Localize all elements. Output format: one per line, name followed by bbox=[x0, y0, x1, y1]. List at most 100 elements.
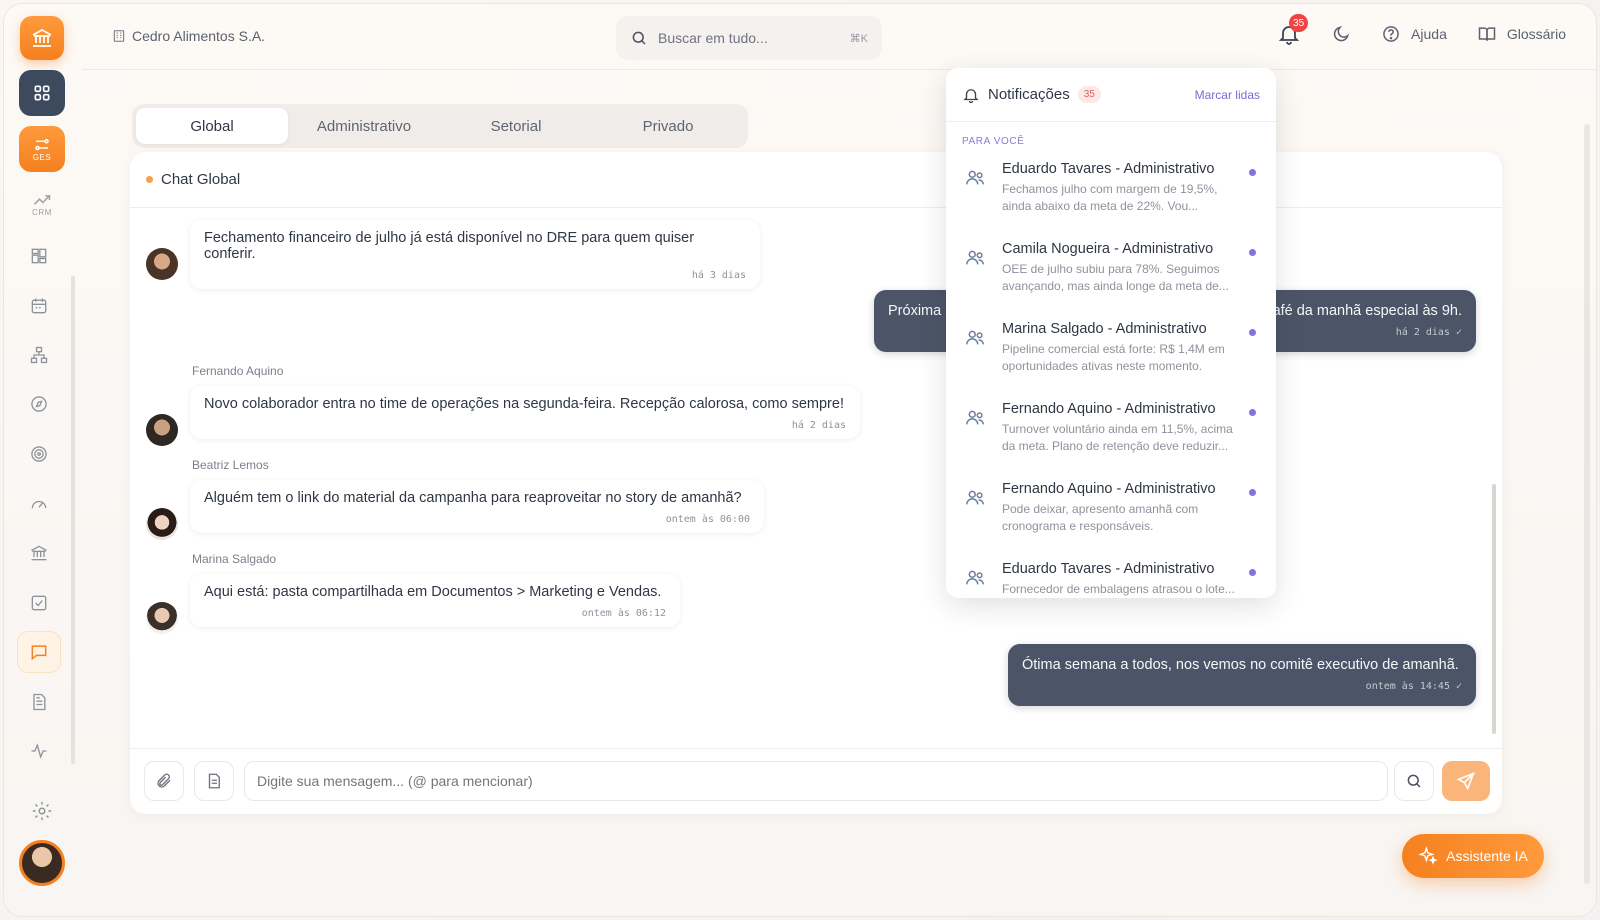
global-search[interactable]: Buscar em tudo... ⌘K bbox=[616, 16, 882, 60]
message-text: Ótima semana a todos, nos vemos no comit… bbox=[1022, 657, 1459, 673]
mark-read-button[interactable]: Marcar lidas bbox=[1195, 88, 1260, 102]
tab-privado[interactable]: Privado bbox=[592, 108, 744, 144]
document-icon bbox=[208, 773, 220, 789]
gear-icon[interactable] bbox=[31, 800, 53, 822]
gauge-icon bbox=[31, 500, 47, 509]
chat-header: Chat Global bbox=[130, 152, 1502, 208]
bank-icon bbox=[32, 28, 52, 47]
users-icon bbox=[966, 570, 984, 585]
page-scrollbar[interactable] bbox=[1584, 124, 1590, 884]
message-bubble: Fechamento financeiro de julho já está d… bbox=[190, 220, 760, 289]
user-avatar[interactable] bbox=[19, 840, 65, 886]
notification-body: Turnover voluntário ainda em 11,5%, acim… bbox=[1002, 422, 1233, 453]
notification-title: Marina Salgado - Administrativo bbox=[1002, 321, 1207, 337]
chat-icon bbox=[31, 645, 47, 661]
ai-assistant-button[interactable]: Assistente IA bbox=[1402, 834, 1544, 878]
nav-calendar[interactable] bbox=[18, 286, 60, 326]
message-text-end: afé da manhã especial às 9h. bbox=[1272, 303, 1462, 319]
send-button[interactable] bbox=[1442, 761, 1490, 801]
search-placeholder: Buscar em tudo... bbox=[658, 30, 768, 46]
users-icon bbox=[966, 250, 984, 265]
notifications-title: Notificações bbox=[988, 86, 1070, 103]
avatar[interactable] bbox=[146, 248, 178, 280]
company-name: Cedro Alimentos S.A. bbox=[132, 28, 266, 44]
notifications-button[interactable]: 35 bbox=[1277, 14, 1309, 46]
help-circle-icon bbox=[1383, 26, 1399, 42]
notification-title: Camila Nogueira - Administrativo bbox=[1002, 241, 1214, 257]
message-sender: Marina Salgado bbox=[192, 552, 277, 566]
message-search-button[interactable] bbox=[1394, 761, 1434, 801]
notification-item[interactable]: Camila Nogueira - Administrativo OEE de … bbox=[946, 231, 1276, 311]
glossary-button[interactable]: Glossário bbox=[1477, 24, 1566, 44]
trend-icon bbox=[33, 194, 51, 205]
notification-item[interactable]: Fernando Aquino - Administrativo Pode de… bbox=[946, 471, 1276, 551]
chat-scrollbar-thumb[interactable] bbox=[1492, 484, 1496, 734]
chat-title: Chat Global bbox=[161, 171, 241, 188]
nav-documents[interactable] bbox=[18, 682, 60, 722]
help-button[interactable]: Ajuda bbox=[1381, 24, 1447, 44]
notification-item[interactable]: Fernando Aquino - Administrativo Turnove… bbox=[946, 391, 1276, 471]
message-input[interactable] bbox=[244, 761, 1388, 801]
document-attach-button[interactable] bbox=[194, 761, 234, 801]
notification-body: Fechamos julho com margem de 19,5%, aind… bbox=[1002, 182, 1218, 213]
search-icon bbox=[632, 31, 646, 45]
unread-dot bbox=[1249, 249, 1256, 256]
activity-icon bbox=[31, 743, 47, 759]
nav-dashboard[interactable] bbox=[19, 70, 65, 116]
home-logo[interactable] bbox=[20, 16, 64, 60]
nav-org[interactable] bbox=[18, 335, 60, 375]
unread-dot bbox=[1249, 409, 1256, 416]
unread-dot bbox=[1249, 569, 1256, 576]
sidebar-scrollbar[interactable] bbox=[71, 276, 75, 764]
notification-title: Eduardo Tavares - Administrativo bbox=[1002, 161, 1215, 177]
message-composer bbox=[130, 748, 1502, 814]
topbar: Cedro Alimentos S.A. Buscar em tudo... ⌘… bbox=[82, 4, 1596, 70]
nav-crm[interactable]: CRM bbox=[19, 182, 65, 226]
message-text: Aqui está: pasta compartilhada em Docume… bbox=[204, 584, 662, 600]
document-icon bbox=[33, 693, 46, 711]
company-selector[interactable]: Cedro Alimentos S.A. bbox=[112, 28, 265, 44]
bell-icon bbox=[963, 88, 979, 103]
notification-body: Pode deixar, apresento amanhã com cronog… bbox=[1002, 502, 1199, 533]
attach-button[interactable] bbox=[144, 761, 184, 801]
tab-setorial[interactable]: Setorial bbox=[440, 108, 592, 144]
chat-scrollbar[interactable] bbox=[1492, 214, 1496, 744]
message-text: Novo colaborador entra no time de operaç… bbox=[204, 396, 844, 412]
chat-tabs: Global Administrativo Setorial Privado bbox=[132, 104, 748, 148]
book-icon bbox=[1478, 27, 1496, 41]
nav-modules[interactable] bbox=[18, 236, 60, 276]
notification-title: Fernando Aquino - Administrativo bbox=[1002, 481, 1216, 497]
message-text: Alguém tem o link do material da campanh… bbox=[204, 490, 742, 506]
compass-icon bbox=[31, 396, 47, 412]
nav-tasks[interactable] bbox=[18, 583, 60, 623]
notification-item[interactable]: Eduardo Tavares - Administrativo Fornece… bbox=[946, 551, 1276, 598]
notification-item[interactable]: Eduardo Tavares - Administrativo Fechamo… bbox=[946, 151, 1276, 231]
notification-title: Fernando Aquino - Administrativo bbox=[1002, 401, 1216, 417]
nav-finance[interactable] bbox=[18, 533, 60, 573]
nav-chat[interactable] bbox=[18, 632, 60, 672]
nav-targets[interactable] bbox=[18, 434, 60, 474]
avatar[interactable] bbox=[146, 508, 178, 540]
avatar[interactable] bbox=[146, 602, 178, 634]
notification-title: Eduardo Tavares - Administrativo bbox=[1002, 561, 1215, 577]
notification-body: Fornecedor de embalagens atrasou o lote.… bbox=[1002, 582, 1235, 596]
avatar[interactable] bbox=[146, 414, 178, 446]
users-icon bbox=[966, 490, 984, 505]
search-shortcut: ⌘K bbox=[849, 32, 868, 45]
tab-administrativo[interactable]: Administrativo bbox=[288, 108, 440, 144]
notification-item[interactable]: Marina Salgado - Administrativo Pipeline… bbox=[946, 311, 1276, 391]
moon-icon[interactable] bbox=[1331, 24, 1351, 44]
nav-activity[interactable] bbox=[18, 731, 60, 771]
message-list[interactable]: Fechamento financeiro de julho já está d… bbox=[130, 208, 1502, 748]
tab-global[interactable]: Global bbox=[136, 108, 288, 144]
nav-gauge[interactable] bbox=[18, 484, 60, 524]
org-chart-icon bbox=[30, 346, 48, 364]
ai-assistant-label: Assistente IA bbox=[1446, 848, 1528, 864]
checkbox-icon bbox=[31, 595, 47, 611]
notifications-count: 35 bbox=[1077, 86, 1101, 103]
nav-compass[interactable] bbox=[18, 384, 60, 424]
users-icon bbox=[966, 330, 984, 345]
users-icon bbox=[966, 170, 984, 185]
paperclip-icon bbox=[157, 773, 171, 788]
nav-ges[interactable]: GES bbox=[19, 126, 65, 172]
